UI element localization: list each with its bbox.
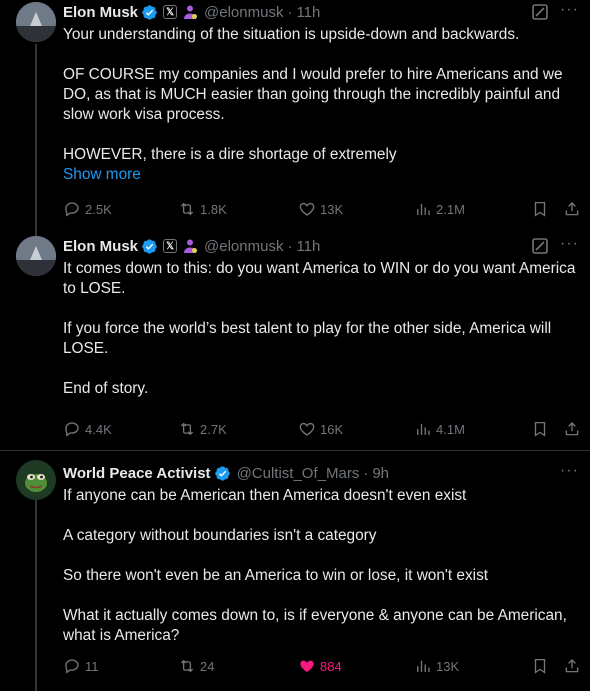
tweet-paragraph: If anyone can be American then America d… bbox=[63, 487, 467, 504]
views-button[interactable]: 2.1M bbox=[414, 200, 465, 218]
verified-badge-icon bbox=[214, 465, 230, 481]
tweet-paragraph: So there won't even be an America to win… bbox=[63, 567, 489, 584]
like-button[interactable]: 16K bbox=[298, 420, 343, 438]
like-count: 16K bbox=[320, 421, 344, 437]
timestamp[interactable]: 11h bbox=[296, 4, 320, 21]
author-name[interactable]: World Peace Activist bbox=[63, 465, 211, 482]
tweet-text: Your understanding of the situation is u… bbox=[63, 25, 578, 165]
bookmark-icon[interactable] bbox=[531, 420, 549, 438]
tweet-paragraph: It comes down to this: do you want Ameri… bbox=[63, 260, 576, 297]
tweet-text: It comes down to this: do you want Ameri… bbox=[63, 259, 578, 399]
views-count: 13K bbox=[436, 658, 460, 674]
author-handle[interactable]: @elonmusk bbox=[204, 4, 283, 21]
share-icon[interactable] bbox=[563, 420, 581, 438]
tweet-paragraph: End of story. bbox=[63, 380, 149, 397]
like-count: 13K bbox=[320, 201, 344, 217]
views-button[interactable]: 4.1M bbox=[414, 420, 465, 438]
tweet-paragraph: What it actually comes down to, is if ev… bbox=[63, 607, 567, 644]
views-button[interactable]: 13K bbox=[414, 657, 459, 675]
reply-button[interactable]: 2.5K bbox=[63, 200, 112, 218]
separator-dot: · bbox=[363, 464, 369, 482]
verified-badge-icon bbox=[142, 238, 157, 254]
tweet-2[interactable]: Elon Musk 𝕏 @elonmusk · 11h ··· It comes… bbox=[0, 232, 590, 450]
timestamp[interactable]: 11h bbox=[296, 238, 320, 255]
author-handle[interactable]: @elonmusk bbox=[204, 238, 283, 255]
reply-icon bbox=[65, 202, 79, 217]
heart-filled-icon bbox=[300, 660, 314, 672]
views-chart-icon bbox=[417, 660, 430, 672]
reply-icon bbox=[65, 659, 79, 674]
repost-count: 24 bbox=[200, 658, 215, 674]
tweet-paragraph: HOWEVER, there is a dire shortage of ext… bbox=[63, 146, 397, 163]
like-button[interactable]: 13K bbox=[298, 200, 343, 218]
tweet-paragraph: If you force the world’s best talent to … bbox=[63, 320, 552, 357]
author-handle[interactable]: @Cultist_Of_Mars bbox=[237, 465, 360, 482]
tweet-3[interactable]: World Peace Activist @Cultist_Of_Mars · … bbox=[0, 450, 590, 691]
verified-badge-icon bbox=[142, 4, 157, 20]
timestamp[interactable]: 9h bbox=[372, 465, 389, 482]
repost-button[interactable]: 2.7K bbox=[178, 420, 227, 438]
bookmark-icon[interactable] bbox=[531, 200, 549, 218]
tweet-paragraph: Your understanding of the situation is u… bbox=[63, 26, 520, 43]
repost-icon bbox=[180, 422, 194, 436]
repost-button[interactable]: 1.8K bbox=[178, 200, 227, 218]
like-button[interactable]: 884 bbox=[298, 657, 342, 675]
x-affiliate-badge-icon: 𝕏 bbox=[163, 239, 178, 253]
reply-icon bbox=[65, 422, 79, 437]
grok-icon[interactable] bbox=[532, 4, 548, 20]
share-icon[interactable] bbox=[563, 657, 581, 675]
avatar[interactable] bbox=[16, 460, 56, 500]
repost-icon bbox=[180, 659, 194, 673]
like-count: 884 bbox=[320, 658, 342, 674]
tweet-text: If anyone can be American then America d… bbox=[63, 486, 578, 646]
more-options-icon[interactable]: ··· bbox=[560, 463, 578, 481]
tweet-1[interactable]: Elon Musk 𝕏 @elonmusk · 11h ··· Your und… bbox=[0, 0, 590, 232]
repost-icon bbox=[180, 202, 194, 216]
bookmark-icon[interactable] bbox=[531, 657, 549, 675]
avatar[interactable] bbox=[16, 2, 56, 42]
heart-icon bbox=[299, 202, 315, 216]
views-count: 4.1M bbox=[436, 421, 465, 437]
views-count: 2.1M bbox=[436, 201, 465, 217]
more-options-icon[interactable]: ··· bbox=[560, 2, 578, 20]
views-chart-icon bbox=[417, 203, 430, 215]
reply-count: 4.4K bbox=[85, 421, 112, 437]
more-options-icon[interactable]: ··· bbox=[560, 236, 578, 254]
tweet-paragraph: A category without boundaries isn't a ca… bbox=[63, 527, 377, 544]
repost-button[interactable]: 24 bbox=[178, 657, 214, 675]
separator-dot: · bbox=[287, 237, 293, 255]
grok-icon[interactable] bbox=[532, 238, 548, 254]
affiliate-person-icon bbox=[184, 239, 198, 253]
repost-count: 2.7K bbox=[200, 421, 227, 437]
share-icon[interactable] bbox=[563, 200, 581, 218]
reply-button[interactable]: 4.4K bbox=[63, 420, 112, 438]
repost-count: 1.8K bbox=[200, 201, 227, 217]
reply-button[interactable]: 11 bbox=[63, 657, 99, 675]
heart-icon bbox=[299, 422, 315, 436]
affiliate-person-icon bbox=[184, 5, 198, 19]
author-name[interactable]: Elon Musk bbox=[63, 238, 138, 255]
separator-dot: · bbox=[287, 3, 293, 21]
reply-count: 2.5K bbox=[85, 201, 112, 217]
author-name[interactable]: Elon Musk bbox=[63, 4, 138, 21]
tweet-paragraph: OF COURSE my companies and I would prefe… bbox=[63, 66, 563, 123]
reply-count: 11 bbox=[85, 658, 99, 674]
x-affiliate-badge-icon: 𝕏 bbox=[163, 5, 178, 19]
views-chart-icon bbox=[417, 423, 430, 435]
show-more-link[interactable]: Show more bbox=[63, 165, 578, 185]
avatar[interactable] bbox=[16, 236, 56, 276]
